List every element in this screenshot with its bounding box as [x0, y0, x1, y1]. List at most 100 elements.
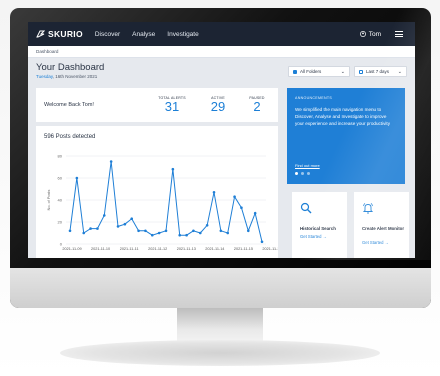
find-out-more-link[interactable]: Find out more — [295, 163, 320, 168]
stat-value: 2 — [253, 99, 261, 114]
data-point — [260, 240, 264, 244]
get-started-link[interactable]: Get Started → — [300, 234, 327, 239]
data-point — [240, 206, 243, 209]
card-title: Historical Search — [300, 226, 336, 231]
monitor-stand-base — [60, 340, 380, 366]
page-header: Your Dashboard Tuesday, 16th November 20… — [28, 58, 415, 84]
data-point — [253, 211, 257, 215]
skurio-logo-icon — [36, 30, 45, 38]
data-point — [89, 227, 92, 230]
monitor-chin — [10, 268, 431, 308]
current-day: Tuesday — [36, 74, 53, 79]
search-icon — [300, 202, 312, 214]
current-date: Tuesday, 16th November 2021 — [36, 74, 98, 79]
folder-filter-select[interactable]: All Folders ⌄ — [288, 66, 350, 77]
data-point — [96, 227, 99, 230]
folder-filter-value: All Folders — [300, 69, 322, 74]
brand-name: SKURIO — [48, 29, 83, 39]
data-point — [205, 224, 209, 227]
data-point — [192, 229, 195, 233]
stat-paused[interactable]: PAUSED 2 — [242, 96, 272, 114]
scene: SKURIO Discover Analyse Investigate Tom … — [0, 0, 440, 376]
data-point — [157, 231, 161, 235]
welcome-card: Welcome Back Tom! TOTAL ALERTS 31 ACTIVE… — [36, 88, 278, 122]
data-point — [198, 231, 202, 235]
data-point — [150, 233, 154, 237]
historical-search-card[interactable]: Historical Search Get Started → — [292, 192, 347, 258]
time-filter-value: Last 7 days — [366, 69, 390, 74]
carousel-dots[interactable] — [295, 172, 313, 175]
chevron-down-icon: ⌄ — [340, 68, 345, 75]
monitor-stand-neck — [177, 308, 263, 344]
stat-value: 31 — [164, 99, 180, 114]
menu-icon[interactable] — [395, 31, 403, 37]
data-point — [109, 160, 113, 163]
carousel-dot[interactable] — [307, 172, 310, 175]
announcement-heading: ANNOUNCEMENTS — [295, 96, 333, 100]
data-point — [137, 229, 140, 233]
y-tick-label: 60 — [58, 176, 63, 181]
nav-analyse[interactable]: Analyse — [132, 31, 155, 38]
y-tick-label: 0 — [60, 242, 63, 247]
brand-logo[interactable]: SKURIO — [36, 29, 83, 39]
user-icon — [359, 31, 366, 37]
data-point — [102, 214, 106, 217]
x-tick-label: 2021-11-14 — [205, 247, 224, 251]
y-tick-label: 40 — [58, 198, 63, 203]
create-alert-card[interactable]: Create Alert Monitor Get Started → — [354, 192, 409, 258]
y-tick-label: 20 — [58, 220, 63, 225]
data-point — [82, 231, 86, 235]
data-point — [68, 229, 72, 233]
page-title: Your Dashboard — [36, 62, 105, 73]
card-title: Create Alert Monitor — [362, 226, 405, 231]
stat-total-alerts[interactable]: TOTAL ALERTS 31 — [154, 96, 190, 114]
carousel-dot[interactable] — [301, 172, 304, 175]
top-nav-bar: SKURIO Discover Analyse Investigate Tom — [28, 22, 415, 46]
user-name: Tom — [368, 30, 381, 38]
carousel-dot[interactable] — [295, 172, 298, 175]
nav-investigate[interactable]: Investigate — [167, 31, 198, 38]
x-tick-label: 2021-11-15 — [234, 247, 253, 251]
y-tick-label: 80 — [58, 154, 63, 159]
chevron-down-icon: ⌄ — [397, 68, 402, 75]
breadcrumb[interactable]: Dashboard — [28, 46, 415, 58]
data-point — [185, 233, 188, 237]
app-screen: SKURIO Discover Analyse Investigate Tom … — [28, 22, 415, 258]
data-point — [130, 217, 134, 220]
data-point — [246, 229, 250, 233]
folder-icon — [293, 69, 297, 74]
x-tick-label: 2021-11-12 — [148, 247, 167, 251]
bell-icon — [362, 203, 374, 214]
breadcrumb-dashboard[interactable]: Dashboard — [36, 49, 58, 54]
data-point — [233, 195, 236, 198]
current-date-text: 16th November 2021 — [55, 74, 98, 79]
stat-active[interactable]: ACTIVE 29 — [200, 96, 236, 114]
x-tick-label: 2021-11-11 — [120, 247, 139, 251]
data-point — [75, 176, 79, 180]
x-tick-label: 2021-11-13 — [177, 247, 196, 251]
data-point — [178, 233, 182, 237]
nav-discover[interactable]: Discover — [95, 31, 120, 38]
x-tick-label: 2021-11-09 — [62, 247, 81, 251]
y-axis-label: No. of Posts — [47, 190, 51, 211]
data-point — [219, 229, 223, 233]
user-menu[interactable]: Tom — [359, 30, 381, 38]
data-point — [212, 191, 216, 194]
stat-value: 29 — [210, 99, 226, 114]
announcement-card: ANNOUNCEMENTS We simplified the main nav… — [287, 88, 405, 184]
data-point — [171, 167, 175, 171]
data-point — [226, 231, 230, 235]
announcement-body: We simplified the main navigation menu t… — [295, 107, 390, 126]
welcome-message: Welcome Back Tom! — [44, 102, 94, 108]
data-point — [116, 225, 120, 228]
data-point — [123, 222, 127, 226]
posts-line-chart[interactable]: 0 20 40 60 80 No. of Posts 2021-11-09 2021-11-1… — [36, 126, 278, 258]
data-point — [144, 229, 147, 233]
data-point — [164, 229, 168, 233]
x-tick-label: 2021-11-10 — [91, 247, 110, 251]
calendar-icon — [359, 69, 363, 74]
get-started-link[interactable]: Get Started → — [362, 240, 389, 245]
x-tick-label: 2021-11-16 — [262, 247, 278, 251]
time-filter-select[interactable]: Last 7 days ⌄ — [354, 66, 407, 77]
posts-chart-card: 596 Posts detected 0 20 40 60 80 No. of Posts… — [36, 126, 278, 258]
